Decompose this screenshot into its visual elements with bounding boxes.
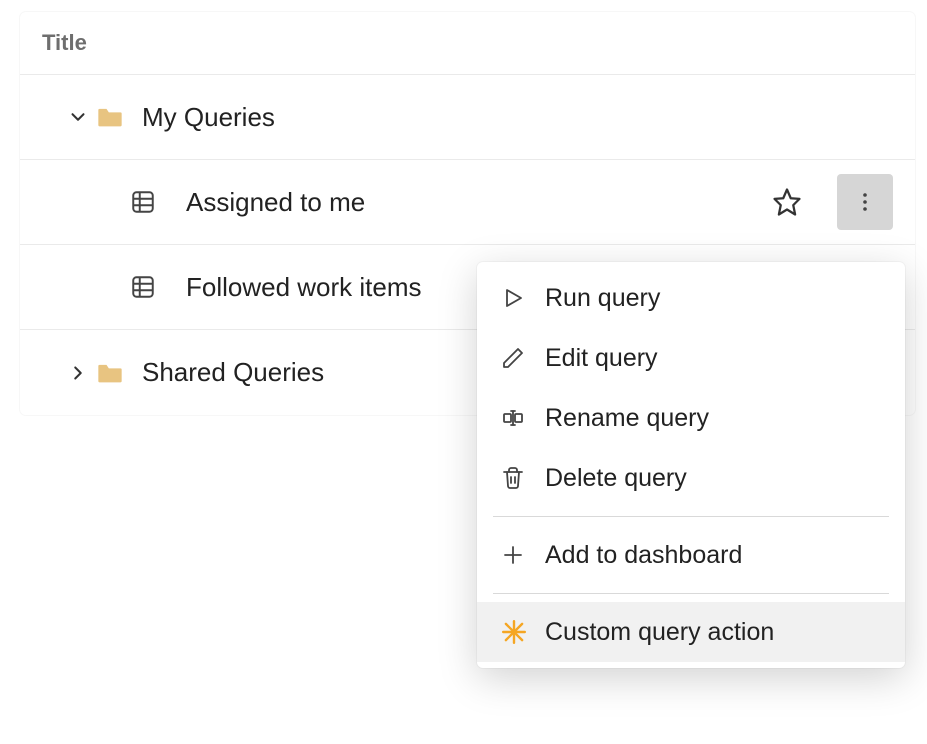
column-header-title-text: Title <box>42 30 87 55</box>
folder-label: Shared Queries <box>142 357 324 388</box>
menu-item-rename-query[interactable]: Rename query <box>477 388 905 448</box>
query-label: Assigned to me <box>186 187 365 218</box>
menu-item-label: Add to dashboard <box>545 541 742 570</box>
menu-item-label: Rename query <box>545 404 709 433</box>
spark-icon <box>501 619 545 645</box>
query-icon <box>130 274 162 300</box>
folder-icon <box>96 105 128 129</box>
menu-separator <box>493 516 889 517</box>
folder-row-my-queries[interactable]: My Queries <box>20 75 915 160</box>
menu-item-delete-query[interactable]: Delete query <box>477 448 905 508</box>
menu-separator <box>493 593 889 594</box>
more-actions-button[interactable] <box>837 174 893 230</box>
pencil-icon <box>501 346 545 370</box>
play-icon <box>501 286 545 310</box>
menu-item-custom-query-action[interactable]: Custom query action <box>477 602 905 662</box>
folder-icon <box>96 361 128 385</box>
query-label: Followed work items <box>186 272 422 303</box>
trash-icon <box>501 466 545 490</box>
query-icon <box>130 189 162 215</box>
menu-item-label: Custom query action <box>545 618 774 647</box>
menu-item-label: Run query <box>545 284 660 313</box>
menu-item-run-query[interactable]: Run query <box>477 268 905 328</box>
plus-icon <box>501 543 545 567</box>
favorite-button[interactable] <box>759 174 815 230</box>
query-row-assigned-to-me[interactable]: Assigned to me <box>20 160 915 245</box>
rename-icon <box>501 406 545 430</box>
row-actions <box>759 174 893 230</box>
menu-item-add-to-dashboard[interactable]: Add to dashboard <box>477 525 905 585</box>
chevron-right-icon[interactable] <box>60 362 96 384</box>
menu-item-label: Edit query <box>545 344 658 373</box>
context-menu: Run query Edit query Rename query Delete… <box>477 262 905 668</box>
column-header-title: Title <box>20 12 915 75</box>
folder-label: My Queries <box>142 102 275 133</box>
menu-item-label: Delete query <box>545 464 687 493</box>
chevron-down-icon[interactable] <box>60 106 96 128</box>
menu-item-edit-query[interactable]: Edit query <box>477 328 905 388</box>
